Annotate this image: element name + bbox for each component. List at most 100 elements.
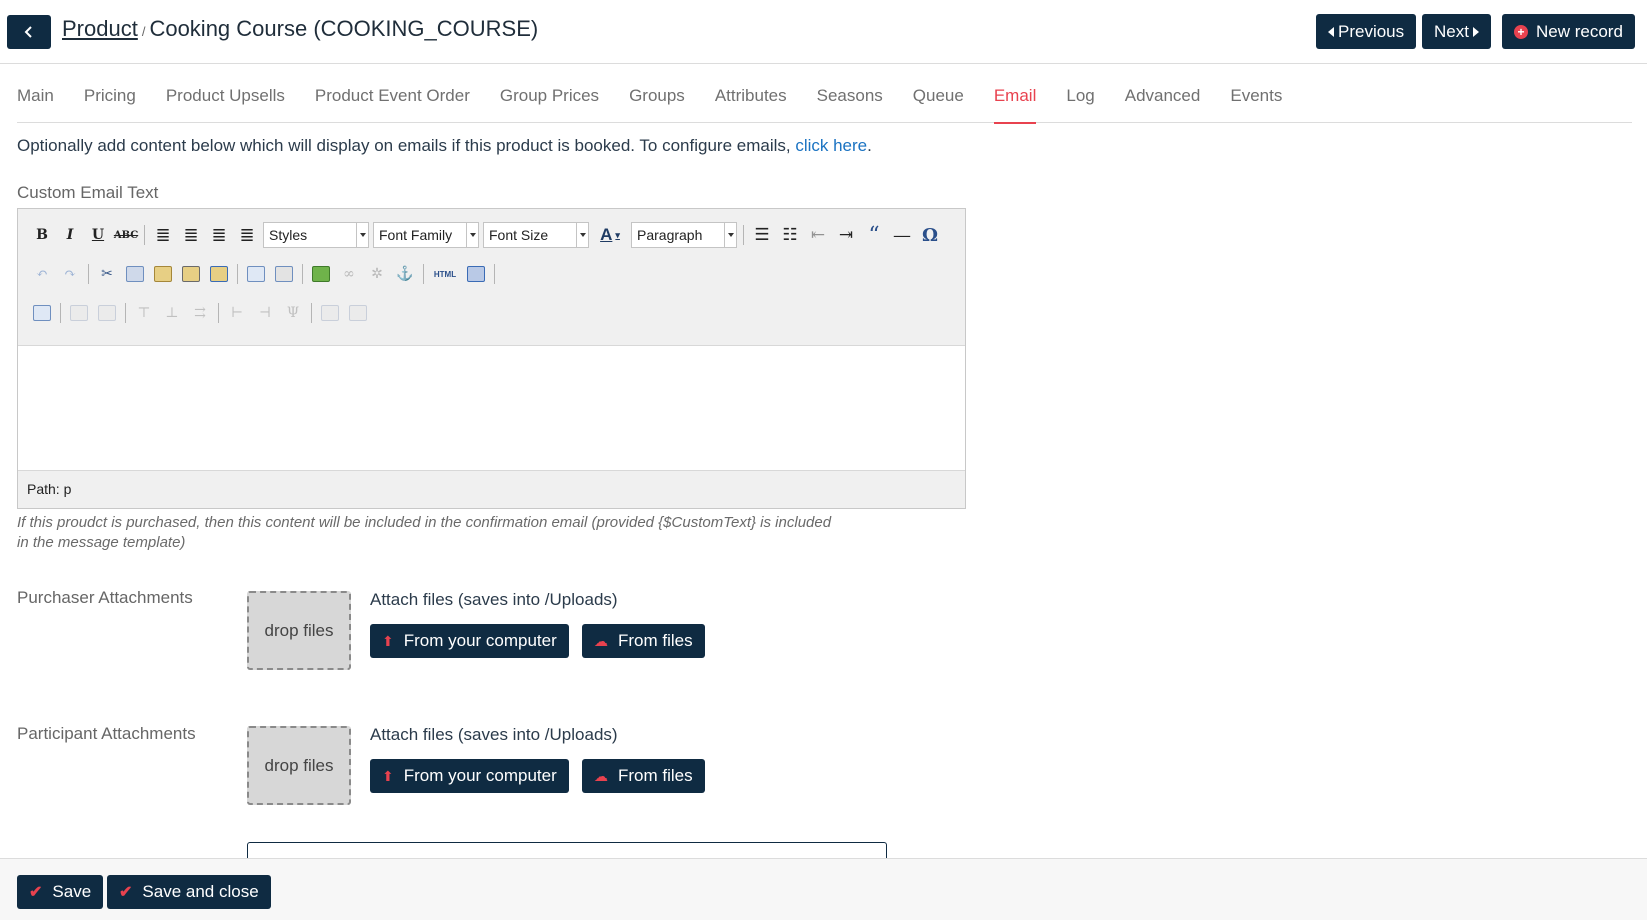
tab-events[interactable]: Events: [1230, 73, 1282, 123]
record-title: Cooking Course (COOKING_COURSE): [149, 16, 539, 41]
font-size-select[interactable]: Font Size: [483, 222, 589, 248]
table-icon[interactable]: [272, 262, 296, 286]
insert-row-after-icon[interactable]: ⊥: [160, 301, 184, 325]
purchaser-from-computer-button[interactable]: ⬆ From your computer: [370, 624, 569, 658]
row-properties-icon[interactable]: [67, 301, 91, 325]
font-family-select[interactable]: Font Family: [373, 222, 479, 248]
insert-image-icon[interactable]: [309, 262, 333, 286]
dropdown-arrow-icon: [356, 223, 368, 247]
next-button[interactable]: Next: [1422, 14, 1491, 49]
format-select[interactable]: Paragraph: [631, 222, 737, 248]
cell-properties-icon[interactable]: [95, 301, 119, 325]
upload-icon: ⬆: [382, 767, 394, 784]
numbered-list-icon[interactable]: ☷: [778, 223, 802, 247]
configure-emails-link[interactable]: click here: [795, 136, 867, 155]
redo-icon[interactable]: ↷: [58, 262, 82, 286]
copy-icon[interactable]: [123, 262, 147, 286]
underline-icon[interactable]: U: [86, 223, 110, 247]
toolbar-row-2: ↶ ↷ ✂ ∞ ✲ ⚓ HTML: [30, 261, 501, 287]
page-header: Product / Cooking Course (COOKING_COURSE) …: [0, 0, 1647, 64]
indent-icon[interactable]: ⇥: [834, 223, 858, 247]
fullscreen-icon[interactable]: [464, 262, 488, 286]
participant-drop-zone[interactable]: drop files: [247, 726, 351, 805]
tab-pricing[interactable]: Pricing: [84, 73, 136, 123]
from-files-label: From files: [618, 631, 693, 650]
align-right-icon[interactable]: ≣: [207, 223, 231, 247]
save-and-close-button[interactable]: ✔ Save and close: [107, 875, 271, 909]
italic-icon[interactable]: I: [58, 223, 82, 247]
outdent-icon[interactable]: ⇤: [806, 223, 830, 247]
intro-text: Optionally add content below which will …: [17, 136, 872, 156]
align-center-icon[interactable]: ≣: [179, 223, 203, 247]
styles-select[interactable]: Styles: [263, 222, 369, 248]
previous-button[interactable]: Previous: [1316, 14, 1417, 49]
link-icon[interactable]: ∞: [337, 262, 361, 286]
find-replace-icon[interactable]: [244, 262, 268, 286]
from-files-label: From files: [618, 766, 693, 785]
insert-row-before-icon[interactable]: ⊤: [132, 301, 156, 325]
purchaser-attach-label: Attach files (saves into /Uploads): [370, 590, 618, 609]
tab-attributes[interactable]: Attributes: [715, 73, 787, 123]
dropdown-arrow-icon: [724, 223, 736, 247]
toolbar-separator: [494, 264, 495, 284]
custom-text-help: If this proudct is purchased, then this …: [17, 514, 832, 551]
horizontal-rule-icon[interactable]: —: [890, 223, 914, 247]
tab-email[interactable]: Email: [993, 73, 1036, 124]
text-color-icon[interactable]: A ▾: [593, 223, 627, 247]
toolbar-separator: [125, 303, 126, 323]
cut-icon[interactable]: ✂: [95, 262, 119, 286]
insert-col-after-icon[interactable]: ⊣: [253, 301, 277, 325]
strikethrough-icon[interactable]: ABC: [114, 223, 138, 247]
from-computer-label: From your computer: [403, 631, 557, 650]
tab-group-prices[interactable]: Group Prices: [500, 73, 599, 123]
undo-icon[interactable]: ↶: [30, 262, 54, 286]
paste-word-icon[interactable]: [207, 262, 231, 286]
anchor-icon[interactable]: ⚓: [393, 262, 417, 286]
tab-product-event-order[interactable]: Product Event Order: [315, 73, 470, 123]
paste-icon[interactable]: [151, 262, 175, 286]
edit-properties-icon[interactable]: [30, 301, 54, 325]
toolbar-separator: [218, 303, 219, 323]
participant-from-computer-button[interactable]: ⬆ From your computer: [370, 759, 569, 793]
delete-col-icon[interactable]: Ψ: [281, 301, 305, 325]
back-button[interactable]: [7, 15, 51, 49]
participant-from-files-button[interactable]: ☁ From files: [582, 759, 705, 793]
tab-queue[interactable]: Queue: [913, 73, 964, 123]
bullet-list-icon[interactable]: ☰: [750, 223, 774, 247]
blockquote-icon[interactable]: “: [862, 223, 886, 248]
toolbar-separator: [423, 264, 424, 284]
participant-attachments-label: Participant Attachments: [17, 724, 196, 743]
paste-text-icon[interactable]: [179, 262, 203, 286]
split-cells-icon[interactable]: [318, 301, 342, 325]
editor-content-area[interactable]: [18, 345, 965, 471]
styles-select-value: Styles: [269, 227, 308, 243]
save-and-close-label: Save and close: [142, 882, 259, 901]
dropdown-arrow-icon: [466, 223, 478, 247]
cloud-upload-icon: ☁: [594, 767, 608, 784]
save-button[interactable]: ✔ Save: [17, 875, 104, 909]
new-record-button[interactable]: + New record: [1502, 14, 1635, 49]
purchaser-attachments-label: Purchaser Attachments: [17, 588, 193, 607]
breadcrumb-separator: /: [141, 24, 146, 39]
toolbar-separator: [237, 264, 238, 284]
new-record-label: New record: [1536, 21, 1623, 41]
purchaser-from-files-button[interactable]: ☁ From files: [582, 624, 705, 658]
tab-seasons[interactable]: Seasons: [817, 73, 883, 123]
tab-log[interactable]: Log: [1066, 73, 1094, 123]
tab-product-upsells[interactable]: Product Upsells: [166, 73, 285, 123]
insert-col-before-icon[interactable]: ⊢: [225, 301, 249, 325]
breadcrumb-product-link[interactable]: Product: [62, 16, 138, 41]
special-character-icon[interactable]: Ω: [918, 223, 942, 247]
unlink-icon[interactable]: ✲: [365, 262, 389, 286]
align-left-icon[interactable]: ≣: [151, 223, 175, 247]
editor-path: Path: p: [27, 481, 72, 497]
purchaser-drop-zone[interactable]: drop files: [247, 591, 351, 670]
merge-cells-icon[interactable]: [346, 301, 370, 325]
tab-groups[interactable]: Groups: [629, 73, 685, 123]
tab-advanced[interactable]: Advanced: [1125, 73, 1201, 123]
align-justify-icon[interactable]: ≣: [235, 223, 259, 247]
tab-main[interactable]: Main: [17, 73, 54, 123]
bold-icon[interactable]: B: [30, 223, 54, 247]
delete-row-icon[interactable]: ⇉: [188, 301, 212, 325]
html-source-icon[interactable]: HTML: [430, 262, 460, 286]
